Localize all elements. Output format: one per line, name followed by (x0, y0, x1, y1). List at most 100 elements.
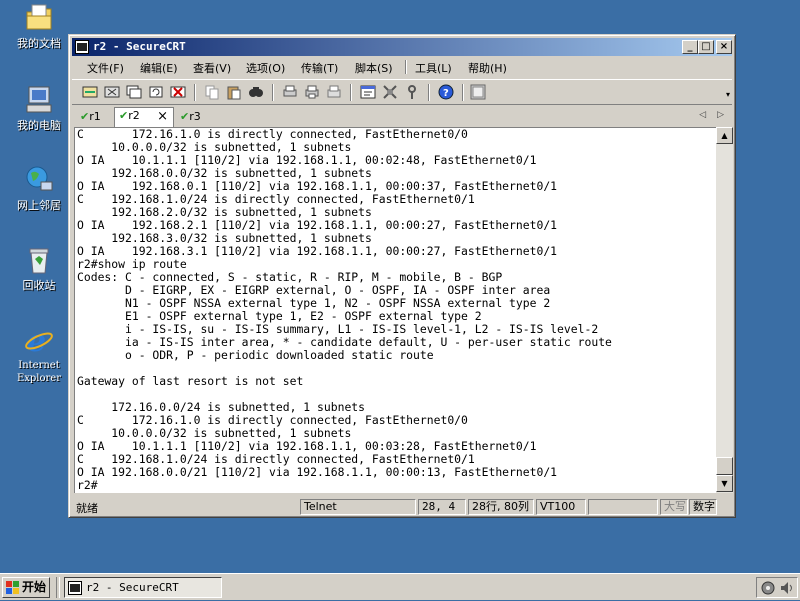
terminal-line: C 192.168.1.0/24 is directly connected, … (77, 192, 475, 206)
taskbar: 开始 r2 - SecureCRT (0, 573, 800, 600)
tab-r1[interactable]: ✔r1 (80, 109, 114, 126)
toolbar-separator (350, 84, 352, 101)
print-selection-icon[interactable] (304, 84, 320, 100)
title-bar[interactable]: r2 - SecureCRT _ □ × (72, 38, 732, 56)
toolbar-separator (428, 84, 430, 101)
menu-transfer[interactable]: 传输(T) (301, 60, 338, 76)
terminal-line: O IA 10.1.1.1 [110/2] via 192.168.1.1, 0… (77, 153, 537, 167)
terminal-line: O IA 10.1.1.1 [110/2] via 192.168.1.1, 0… (77, 439, 537, 453)
copy-icon[interactable] (204, 84, 220, 100)
disconnect-icon[interactable] (170, 84, 186, 100)
minimize-button[interactable]: _ (682, 40, 698, 54)
terminal-line: 10.0.0.0/32 is subnetted, 1 subnets (77, 140, 352, 154)
scroll-down-button[interactable]: ▼ (716, 475, 733, 492)
printer-icon[interactable] (326, 84, 342, 100)
vertical-scrollbar[interactable]: ▲ ▼ (716, 127, 733, 493)
menu-help[interactable]: 帮助(H) (468, 60, 507, 76)
global-options-icon[interactable] (382, 84, 398, 100)
terminal-line: O IA 192.168.2.1 [110/2] via 192.168.1.1… (77, 218, 558, 232)
tab-r2[interactable]: ✔r2 × (114, 107, 174, 127)
menu-script[interactable]: 脚本(S) (355, 60, 393, 76)
terminal-line: i - IS-IS, su - IS-IS summary, L1 - IS-I… (77, 322, 599, 336)
tab-close-icon[interactable]: × (157, 109, 168, 125)
connect-icon[interactable] (82, 84, 98, 100)
taskbar-item-securecrt[interactable]: r2 - SecureCRT (64, 577, 222, 598)
status-blank (588, 499, 658, 515)
window-title: r2 - SecureCRT (93, 40, 186, 53)
help-icon[interactable]: ? (438, 84, 454, 100)
desktop-icon-my-documents[interactable]: 我的文档 (4, 2, 74, 50)
scroll-thumb[interactable] (716, 457, 733, 475)
terminal-output[interactable]: C 172.16.1.0 is directly connected, Fast… (74, 127, 717, 493)
status-caps: 大写 (660, 499, 688, 515)
desktop-icon-label: 我的电脑 (17, 119, 61, 132)
terminal-text: C 172.16.1.0 is directly connected, Fast… (77, 128, 612, 492)
tab-scroll-left-icon[interactable]: ◁ (699, 110, 706, 120)
paste-icon[interactable] (226, 84, 242, 100)
desktop-icon-recycle-bin[interactable]: 回收站 (4, 244, 74, 292)
start-label: 开始 (22, 580, 47, 594)
print-icon[interactable] (282, 84, 298, 100)
svg-text:?: ? (443, 88, 449, 99)
terminal-line: r2#show ip route (77, 257, 187, 271)
terminal-line: 192.168.0.0/32 is subnetted, 1 subnets (77, 166, 372, 180)
session-options-icon[interactable] (360, 84, 376, 100)
tab-label: r1 (89, 110, 101, 123)
internet-explorer-icon: e (23, 324, 55, 359)
terminal-line: O IA 192.168.0.1 [110/2] via 192.168.1.1… (77, 179, 558, 193)
status-rows-cols: 28行, 80列 (468, 499, 534, 515)
connect-tab-icon[interactable] (126, 84, 142, 100)
taskbar-separator (56, 577, 60, 598)
scroll-up-button[interactable]: ▲ (716, 127, 733, 144)
menu-file[interactable]: 文件(F) (87, 60, 124, 76)
terminal-line: o - ODR, P - periodic downloaded static … (77, 348, 434, 362)
menu-edit[interactable]: 编辑(E) (140, 60, 178, 76)
find-icon[interactable] (248, 84, 264, 100)
system-tray (756, 577, 798, 598)
desktop-icon-network-places[interactable]: 网上邻居 (4, 164, 74, 212)
network-places-icon (23, 164, 55, 196)
toolbar-separator (462, 84, 464, 101)
status-cursor: 28, 4 (418, 499, 466, 515)
menu-tools[interactable]: 工具(L) (415, 60, 452, 76)
desktop-icon-label: 回收站 (22, 279, 56, 292)
reconnect-icon[interactable] (148, 84, 164, 100)
terminal-line: 172.16.0.0/24 is subnetted, 1 subnets (77, 400, 366, 414)
menu-bar: 文件(F) 编辑(E) 查看(V) 选项(O) 传输(T) 脚本(S) 工具(L… (72, 57, 732, 77)
keymap-icon[interactable] (404, 84, 420, 100)
terminal-line: C 192.168.1.0/24 is directly connected, … (77, 452, 475, 466)
desktop-icon-label: 网上邻居 (17, 199, 61, 212)
terminal-line: C 172.16.1.0 is directly connected, Fast… (77, 413, 468, 427)
task-label: r2 - SecureCRT (86, 581, 179, 594)
tab-r3[interactable]: ✔r3 (180, 109, 214, 126)
close-button[interactable]: × (716, 40, 732, 54)
menu-separator (405, 60, 407, 74)
tray-volume-icon[interactable] (779, 580, 795, 600)
terminal-line: 192.168.3.0/32 is subnetted, 1 subnets (77, 231, 372, 245)
quick-connect-icon[interactable] (104, 84, 120, 100)
tab-scroll-right-icon[interactable]: ▷ (717, 110, 724, 120)
start-button[interactable]: 开始 (2, 577, 50, 598)
desktop-icon-label: Internet Explorer (16, 360, 62, 384)
menu-view[interactable]: 查看(V) (193, 60, 231, 76)
toolbar: ? ▾ (72, 79, 732, 105)
toolbar-options-icon[interactable] (470, 84, 486, 100)
terminal-line: 10.0.0.0/32 is subnetted, 1 subnets (77, 426, 352, 440)
connected-check-icon: ✔ (119, 109, 129, 122)
connected-check-icon: ✔ (180, 110, 190, 123)
terminal-line: O IA 192.168.0.0/21 [110/2] via 192.168.… (77, 465, 558, 479)
toolbar-separator (272, 84, 274, 101)
desktop-icon-label: 我的文档 (17, 37, 61, 50)
recycle-bin-icon (23, 244, 55, 276)
desktop-icon-my-computer[interactable]: 我的电脑 (4, 84, 74, 132)
terminal-line: C 172.16.1.0 is directly connected, Fast… (77, 127, 468, 141)
tray-network-icon[interactable] (760, 580, 776, 600)
toolbar-overflow-icon[interactable]: ▾ (726, 90, 730, 99)
status-emulation: VT100 (536, 499, 586, 515)
menu-options[interactable]: 选项(O) (246, 60, 285, 76)
desktop-icon-internet-explorer[interactable]: e Internet Explorer (4, 324, 74, 385)
terminal-line: 192.168.2.0/32 is subnetted, 1 subnets (77, 205, 372, 219)
securecrt-task-icon (68, 581, 82, 601)
app-icon (75, 40, 89, 54)
maximize-button[interactable]: □ (698, 40, 714, 54)
